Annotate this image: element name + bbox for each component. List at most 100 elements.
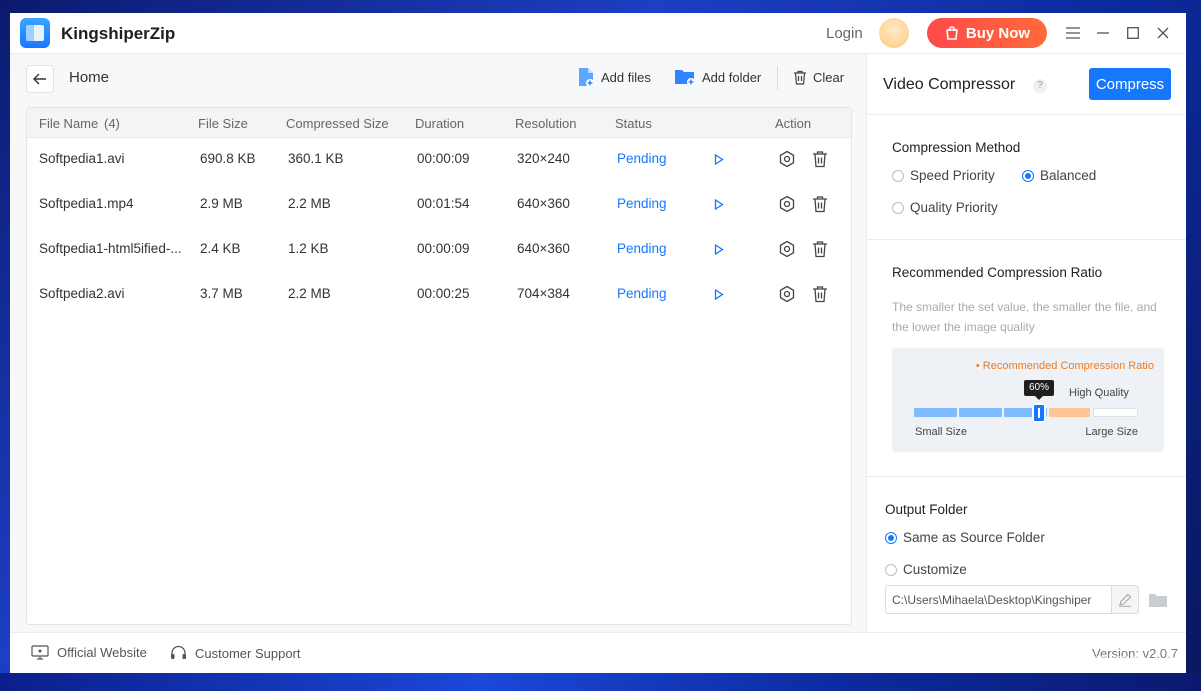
table-row[interactable]: Softpedia1.mp4 2.9 MB 2.2 MB 00:01:54 64… <box>27 182 851 227</box>
radio-label: Same as Source Folder <box>903 530 1045 545</box>
slider-value-tooltip: 60% <box>1024 380 1054 400</box>
table-row[interactable]: Softpedia1-html5ified-... 2.4 KB 1.2 KB … <box>27 227 851 272</box>
customer-support-label: Customer Support <box>195 645 301 661</box>
small-size-label: Small Size <box>915 426 967 438</box>
settings-icon[interactable] <box>777 149 797 169</box>
delete-icon[interactable] <box>810 149 830 169</box>
table-row[interactable]: Softpedia1.avi 690.8 KB 360.1 KB 00:00:0… <box>27 137 851 182</box>
help-icon[interactable]: ? <box>1033 79 1047 93</box>
cell-duration: 00:00:09 <box>417 241 470 256</box>
radio-balanced[interactable]: Balanced <box>1022 168 1096 183</box>
cell-file-size: 690.8 KB <box>200 151 256 166</box>
slider-segment[interactable] <box>959 408 1002 417</box>
radio-circle-selected <box>885 531 897 544</box>
cell-file-size: 2.9 MB <box>200 196 243 211</box>
clear-button[interactable]: Clear <box>793 66 844 88</box>
cell-compressed-size: 2.2 MB <box>288 196 331 211</box>
pencil-icon <box>1119 593 1132 607</box>
delete-icon[interactable] <box>810 239 830 259</box>
file-table: File Name (4) File Size Compressed Size … <box>26 107 852 625</box>
cell-file-name: Softpedia2.avi <box>39 286 125 301</box>
section-divider <box>867 239 1186 240</box>
status-badge: Pending <box>617 241 667 256</box>
add-folder-label: Add folder <box>702 69 762 85</box>
add-folder-button[interactable]: Add folder <box>674 66 761 88</box>
cell-file-name: Softpedia1-html5ified-... <box>39 241 182 256</box>
settings-icon[interactable] <box>777 194 797 214</box>
clear-label: Clear <box>813 69 845 85</box>
official-website-link[interactable]: Official Website <box>31 645 147 660</box>
settings-icon[interactable] <box>777 284 797 304</box>
official-website-label: Official Website <box>57 645 147 660</box>
panel-title: Video Compressor <box>883 76 1016 93</box>
compression-ratio-hint: The smaller the set value, the smaller t… <box>892 300 1157 334</box>
slider-segment[interactable] <box>1093 408 1138 417</box>
play-icon[interactable] <box>709 239 729 259</box>
buy-now-label: Buy Now <box>965 24 1031 42</box>
monitor-icon <box>31 645 49 660</box>
output-path-input[interactable] <box>885 585 1111 614</box>
toolbar-divider <box>777 66 778 90</box>
play-icon[interactable] <box>709 284 729 304</box>
slider-segment[interactable] <box>914 408 957 417</box>
cell-file-size: 3.7 MB <box>200 286 243 301</box>
radio-label: Customize <box>903 562 967 577</box>
header-status: Status <box>615 116 652 131</box>
radio-quality-priority[interactable]: Quality Priority <box>892 200 998 215</box>
title-bar: KingshiperZip Login Buy Now <box>10 13 1186 54</box>
edit-path-button[interactable] <box>1111 585 1139 614</box>
cell-compressed-size: 1.2 KB <box>288 241 329 256</box>
slider-handle[interactable] <box>1032 403 1046 423</box>
radio-speed-priority[interactable]: Speed Priority <box>892 168 995 183</box>
folder-icon[interactable] <box>1148 591 1168 609</box>
close-icon[interactable] <box>1153 23 1173 43</box>
compress-button[interactable]: Compress <box>1089 68 1171 100</box>
page-title: Home <box>69 69 110 86</box>
cell-duration: 00:00:25 <box>417 286 470 301</box>
play-icon[interactable] <box>709 194 729 214</box>
add-file-icon <box>579 68 594 87</box>
cell-file-name: Softpedia1.avi <box>39 151 125 166</box>
radio-circle <box>892 201 904 214</box>
header-action: Action <box>775 116 812 131</box>
add-files-button[interactable]: Add files <box>577 66 651 88</box>
footer-bar: Official Website Customer Support Versio… <box>10 632 1186 673</box>
radio-same-as-source[interactable]: Same as Source Folder <box>885 530 1045 545</box>
maximize-icon[interactable] <box>1123 23 1143 43</box>
back-button[interactable] <box>26 65 54 93</box>
buy-now-button[interactable]: Buy Now <box>927 18 1047 48</box>
radio-circle <box>892 169 904 182</box>
app-logo-icon <box>20 18 50 48</box>
cell-compressed-size: 360.1 KB <box>288 151 344 166</box>
avatar[interactable] <box>879 18 909 48</box>
customer-support-link[interactable]: Customer Support <box>170 645 301 661</box>
play-icon[interactable] <box>709 149 729 169</box>
status-badge: Pending <box>617 151 667 166</box>
section-divider <box>867 476 1186 477</box>
arrow-left-icon <box>33 73 46 85</box>
shopping-bag-icon <box>946 26 958 40</box>
login-link[interactable]: Login <box>826 25 863 42</box>
slider-segment-recommended[interactable] <box>1049 408 1090 417</box>
settings-icon[interactable] <box>777 239 797 259</box>
radio-circle <box>885 563 897 576</box>
output-folder-title: Output Folder <box>885 502 968 517</box>
add-folder-icon <box>675 70 695 86</box>
header-file-size: File Size <box>198 116 248 131</box>
table-row[interactable]: Softpedia2.avi 3.7 MB 2.2 MB 00:00:25 70… <box>27 272 851 317</box>
radio-label: Speed Priority <box>910 168 995 183</box>
cell-resolution: 640×360 <box>517 196 570 211</box>
minimize-icon[interactable] <box>1093 23 1113 43</box>
radio-label: Balanced <box>1040 168 1097 183</box>
cell-resolution: 320×240 <box>517 151 570 166</box>
menu-icon[interactable] <box>1063 23 1083 43</box>
status-badge: Pending <box>617 286 667 301</box>
delete-icon[interactable] <box>810 284 830 304</box>
app-window: KingshiperZip Login Buy Now Home Add fil… <box>10 13 1186 673</box>
headset-icon <box>171 645 186 659</box>
radio-customize[interactable]: Customize <box>885 562 967 577</box>
cell-file-name: Softpedia1.mp4 <box>39 196 134 211</box>
header-compressed-size: Compressed Size <box>286 116 389 131</box>
delete-icon[interactable] <box>810 194 830 214</box>
radio-label: Quality Priority <box>910 200 998 215</box>
